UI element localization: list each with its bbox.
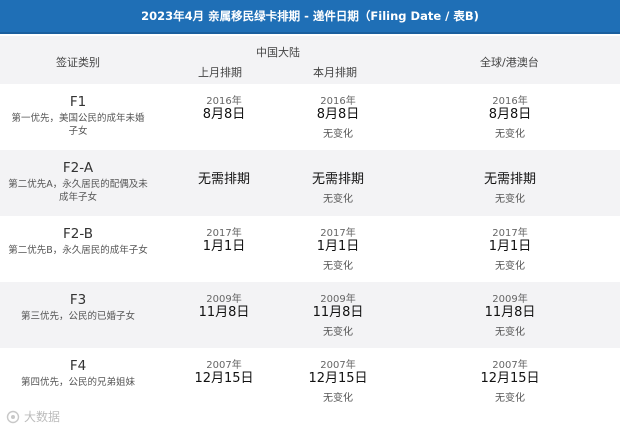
year-label: 2007年 xyxy=(206,360,242,371)
global-cell: 2016年 8月8日 无变化 xyxy=(450,84,570,150)
this-month-cell: 2009年 11月8日 无变化 xyxy=(280,282,396,348)
last-month-cell: 2007年 12月15日 xyxy=(166,348,282,414)
category-code: F3 xyxy=(69,292,87,308)
status-label: 无变化 xyxy=(495,129,525,140)
category-code: F2-B xyxy=(62,226,93,242)
year-label: 2016年 xyxy=(492,96,528,107)
this-month-cell: 2016年 8月8日 无变化 xyxy=(280,84,396,150)
date-label: 11月8日 xyxy=(484,305,536,320)
global-cell: 2017年 1月1日 无变化 xyxy=(450,216,570,282)
header-global: 全球/港澳台 xyxy=(480,56,539,69)
category-desc: 第一优先，美国公民的成年未婚子女 xyxy=(11,113,145,137)
category-code: F4 xyxy=(69,358,87,374)
watermark-text: 大数据 xyxy=(24,410,61,424)
header-china: 中国大陆 xyxy=(256,46,300,59)
status-label: 无变化 xyxy=(495,327,525,338)
table-row: F2-B 第二优先B，永久居民的成年子女 2017年 1月1日 2017年 1月… xyxy=(0,216,620,282)
status-label: 无变化 xyxy=(323,393,353,404)
this-month-cell: 无需排期 无变化 xyxy=(280,150,396,216)
date-label: 8月8日 xyxy=(488,107,532,122)
global-cell: 2007年 12月15日 无变化 xyxy=(450,348,570,414)
category-desc: 第三优先，公民的已婚子女 xyxy=(20,311,135,322)
date-label: 无需排期 xyxy=(197,172,250,187)
date-label: 12月15日 xyxy=(308,371,368,386)
year-label: 2016年 xyxy=(320,96,356,107)
last-month-cell: 2009年 11月8日 xyxy=(166,282,282,348)
status-label: 无变化 xyxy=(495,393,525,404)
date-label: 12月15日 xyxy=(194,371,254,386)
category-cell: F2-A 第二优先A，永久居民的配偶及未成年子女 xyxy=(0,150,156,216)
category-cell: F3 第三优先，公民的已婚子女 xyxy=(0,282,156,348)
year-label: 2009年 xyxy=(320,294,356,305)
status-label: 无变化 xyxy=(495,261,525,272)
category-desc: 第四优先，公民的兄弟姐妹 xyxy=(20,377,135,388)
date-label: 无需排期 xyxy=(311,172,364,187)
date-label: 1月1日 xyxy=(316,239,360,254)
year-label: 2017年 xyxy=(206,228,242,239)
year-label: 2016年 xyxy=(206,96,242,107)
category-cell: F4 第四优先，公民的兄弟姐妹 xyxy=(0,348,156,414)
year-label: 2017年 xyxy=(320,228,356,239)
category-cell: F1 第一优先，美国公民的成年未婚子女 xyxy=(0,84,156,150)
page-title: 2023年4月 亲属移民绿卡排期 - 递件日期（Filing Date / 表B… xyxy=(0,0,620,34)
table-header: 签证类别 中国大陆 上月排期 本月排期 全球/港澳台 xyxy=(0,36,620,84)
category-code: F2-A xyxy=(62,160,94,176)
date-label: 8月8日 xyxy=(316,107,360,122)
table-row: F2-A 第二优先A，永久居民的配偶及未成年子女 无需排期 无需排期 无变化 无… xyxy=(0,150,620,216)
table-row: F4 第四优先，公民的兄弟姐妹 2007年 12月15日 2007年 12月15… xyxy=(0,348,620,414)
last-month-cell: 无需排期 xyxy=(166,150,282,216)
year-label: 2007年 xyxy=(492,360,528,371)
global-cell: 无需排期 无变化 xyxy=(450,150,570,216)
date-label: 无需排期 xyxy=(483,172,536,187)
category-cell: F2-B 第二优先B，永久居民的成年子女 xyxy=(0,216,156,282)
category-code: F1 xyxy=(69,94,87,110)
visa-bulletin-table: 签证类别 中国大陆 上月排期 本月排期 全球/港澳台 F1 第一优先，美国公民的… xyxy=(0,36,620,414)
last-month-cell: 2016年 8月8日 xyxy=(166,84,282,150)
this-month-cell: 2007年 12月15日 无变化 xyxy=(280,348,396,414)
table-row: F3 第三优先，公民的已婚子女 2009年 11月8日 2009年 11月8日 … xyxy=(0,282,620,348)
header-category: 签证类别 xyxy=(56,56,100,69)
year-label: 2017年 xyxy=(492,228,528,239)
date-label: 8月8日 xyxy=(202,107,246,122)
this-month-cell: 2017年 1月1日 无变化 xyxy=(280,216,396,282)
header-this-month: 本月排期 xyxy=(313,66,357,79)
year-label: 2009年 xyxy=(492,294,528,305)
status-label: 无变化 xyxy=(323,327,353,338)
last-month-cell: 2017年 1月1日 xyxy=(166,216,282,282)
status-label: 无变化 xyxy=(495,194,525,205)
year-label: 2007年 xyxy=(320,360,356,371)
status-label: 无变化 xyxy=(323,194,353,205)
watermark: 大数据 xyxy=(6,408,60,425)
global-cell: 2009年 11月8日 无变化 xyxy=(450,282,570,348)
date-label: 12月15日 xyxy=(480,371,540,386)
status-label: 无变化 xyxy=(323,261,353,272)
status-label: 无变化 xyxy=(323,129,353,140)
date-label: 1月1日 xyxy=(202,239,246,254)
date-label: 11月8日 xyxy=(312,305,364,320)
table-row: F1 第一优先，美国公民的成年未婚子女 2016年 8月8日 2016年 8月8… xyxy=(0,84,620,150)
category-desc: 第二优先B，永久居民的成年子女 xyxy=(8,245,148,256)
year-label: 2009年 xyxy=(206,294,242,305)
date-label: 11月8日 xyxy=(198,305,250,320)
category-desc: 第二优先A，永久居民的配偶及未成年子女 xyxy=(8,179,148,203)
header-last-month: 上月排期 xyxy=(198,66,242,79)
watermark-logo-icon xyxy=(6,410,20,423)
date-label: 1月1日 xyxy=(488,239,532,254)
